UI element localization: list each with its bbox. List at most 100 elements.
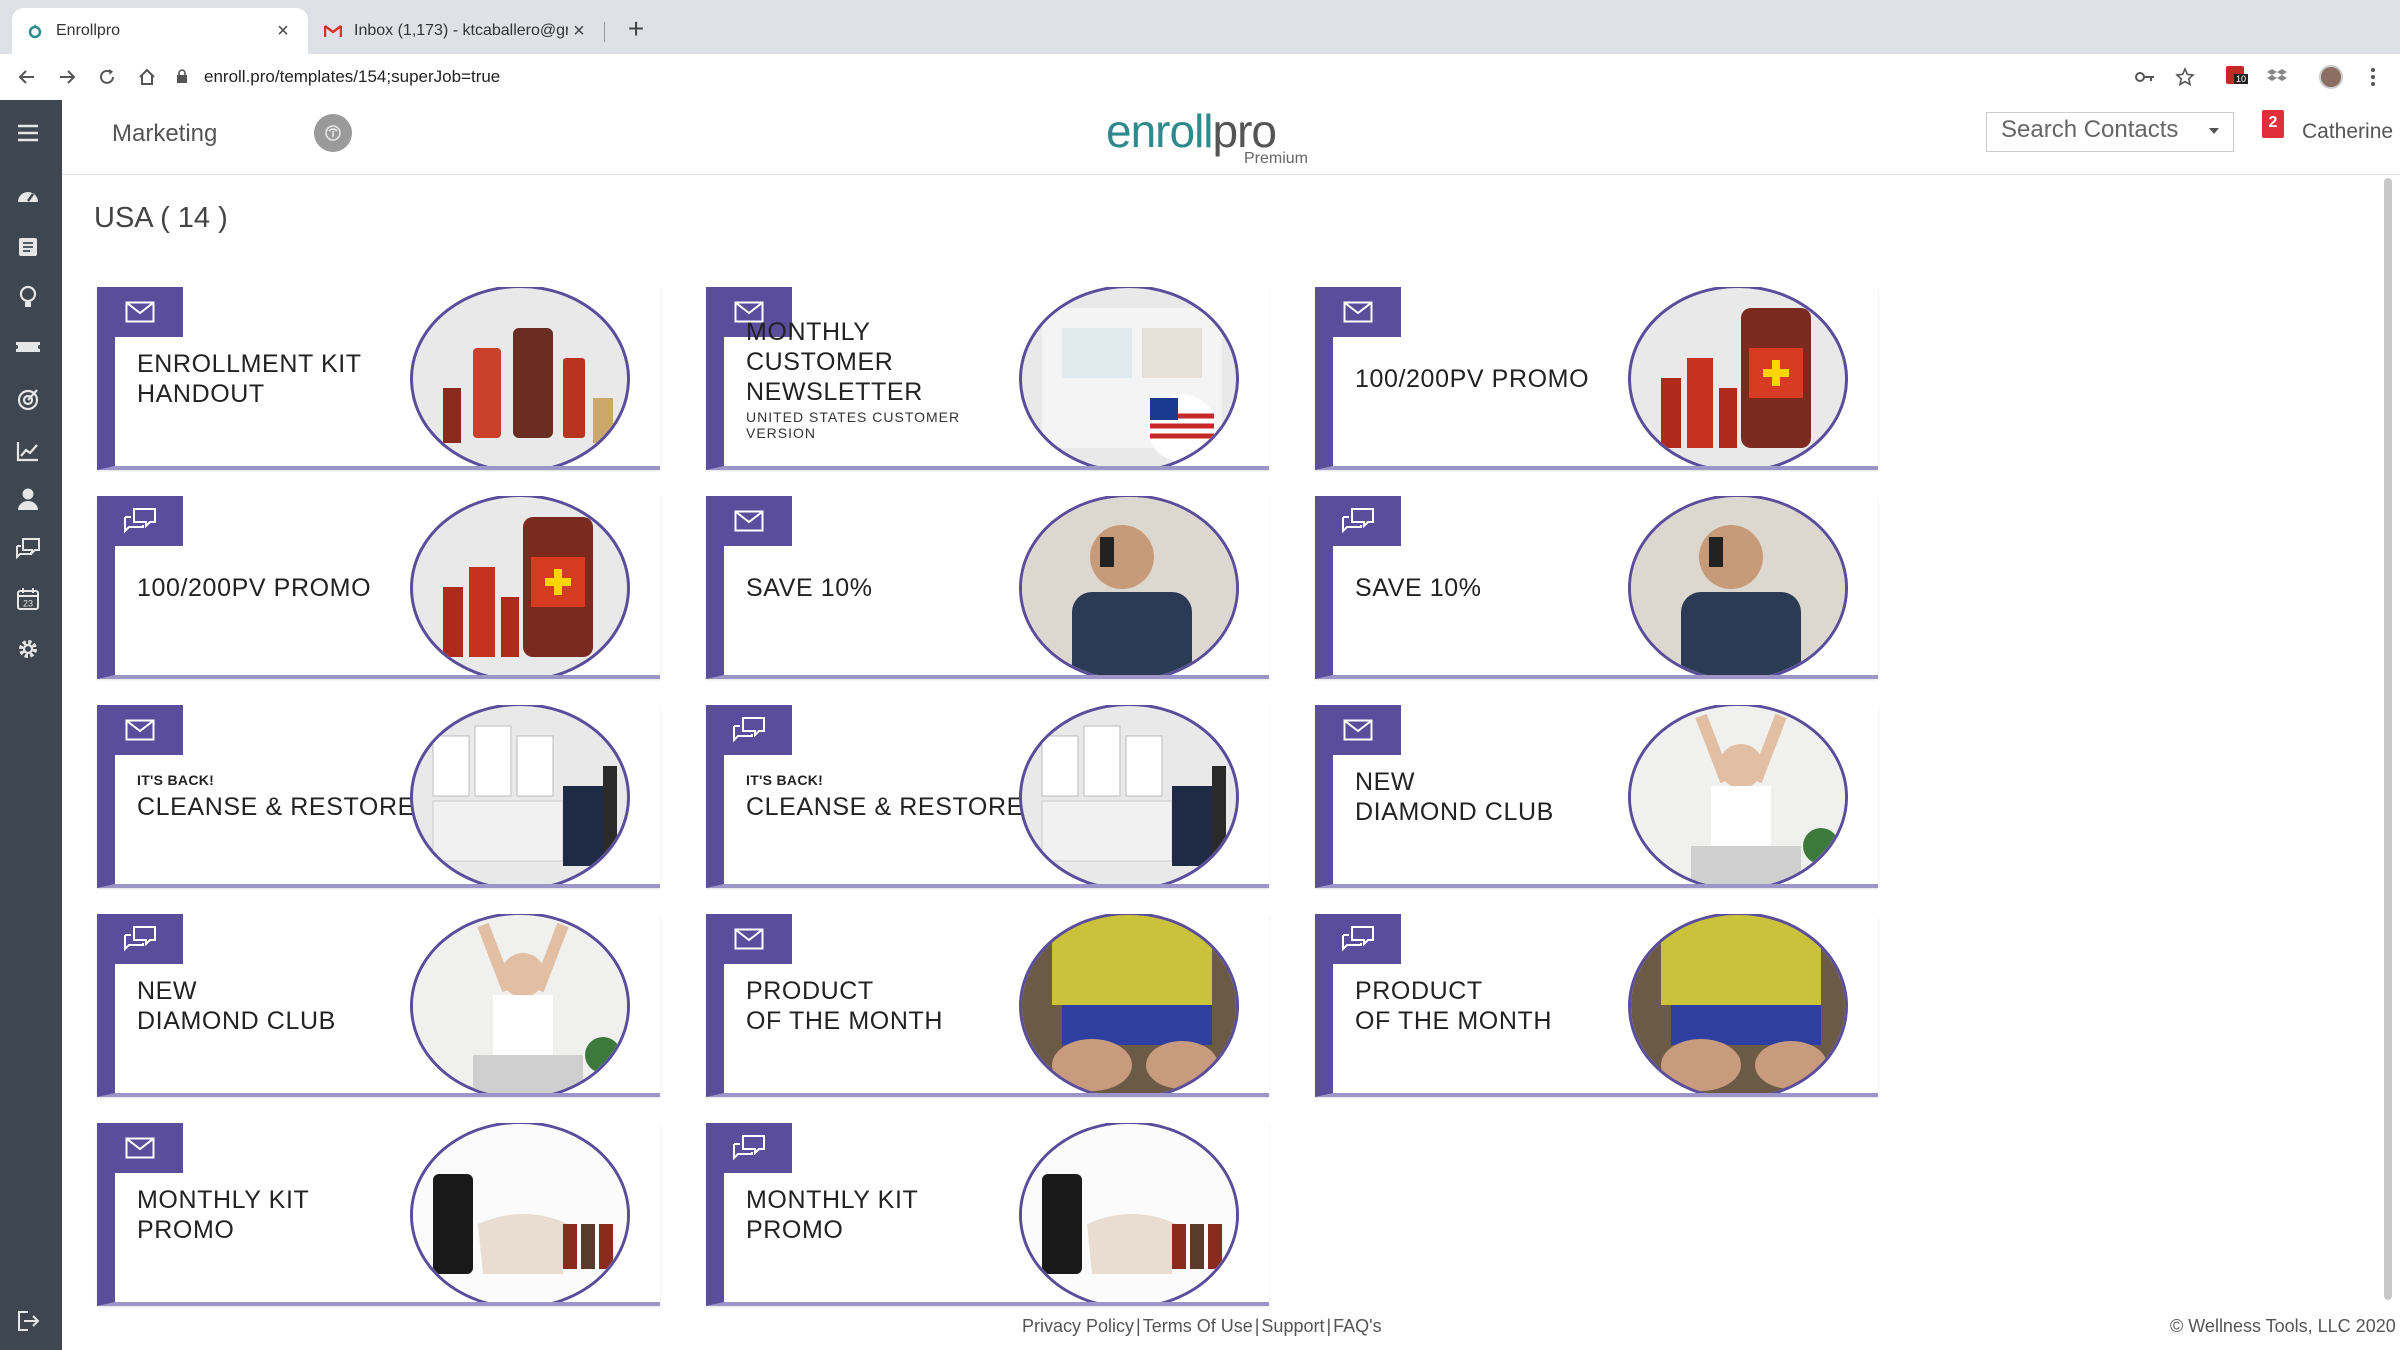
- template-title: MONTHLY KIT PROMO: [137, 1123, 417, 1302]
- template-title: NEW DIAMOND CLUB: [137, 914, 417, 1093]
- dashboard-icon[interactable]: [13, 180, 43, 210]
- notification-badge[interactable]: 2: [2262, 110, 2284, 138]
- forward-button[interactable]: [52, 62, 82, 92]
- address-bar[interactable]: enroll.pro/templates/154;superJob=true: [176, 64, 500, 90]
- template-title: SAVE 10%: [746, 496, 1026, 675]
- settings-icon[interactable]: [13, 634, 43, 664]
- template-card[interactable]: SAVE 10%: [706, 496, 1269, 679]
- template-card[interactable]: 100/200PV PROMO: [1315, 287, 1878, 470]
- home-button[interactable]: [132, 62, 162, 92]
- template-title: 100/200PV PROMO: [137, 496, 417, 675]
- template-title-line1: MONTHLY: [746, 317, 871, 346]
- template-card[interactable]: SAVE 10%: [1315, 496, 1878, 679]
- page-title: USA ( 14 ): [94, 202, 228, 234]
- template-title-line1: 100/200PV PROMO: [1355, 364, 1590, 393]
- template-title-line1: CLEANSE & RESTORE: [137, 792, 415, 821]
- template-title-line1: NEW: [1355, 767, 1416, 796]
- tab-title: Enrollpro: [56, 22, 121, 39]
- reports-icon[interactable]: [13, 436, 43, 466]
- template-title-line2: DIAMOND CLUB: [137, 1006, 336, 1035]
- enrollpro-favicon-icon: [26, 22, 44, 40]
- reload-button[interactable]: [92, 62, 122, 92]
- tab-divider: [604, 22, 605, 42]
- app-header: Marketing enrollpro Premium Search Conta…: [62, 100, 2400, 175]
- template-title: SAVE 10%: [1355, 496, 1635, 675]
- dropbox-icon[interactable]: [2264, 64, 2290, 90]
- template-title: PRODUCT OF THE MONTH: [1355, 914, 1635, 1093]
- template-subtitle: UNITED STATES CUSTOMER VERSION: [746, 408, 961, 441]
- gmail-icon: [324, 22, 342, 40]
- diffuser-kit-image: [1019, 1123, 1239, 1302]
- template-title-line2: OF THE MONTH: [1355, 1006, 1553, 1035]
- contacts-icon[interactable]: [13, 484, 43, 514]
- template-card[interactable]: IT'S BACK! CLEANSE & RESTORE: [97, 705, 660, 888]
- template-card[interactable]: MONTHLY CUSTOMER NEWSLETTER UNITED STATES …: [706, 287, 1269, 470]
- search-placeholder: Search Contacts: [2001, 116, 2179, 143]
- onguard-bottles-image: [1628, 287, 1848, 466]
- bookmark-star-icon[interactable]: [2172, 64, 2198, 90]
- template-card[interactable]: PRODUCT OF THE MONTH: [706, 914, 1269, 1097]
- close-tab-icon[interactable]: ×: [272, 20, 294, 43]
- template-title-line1: MONTHLY KIT: [746, 1185, 919, 1214]
- product-bottles-image: [410, 287, 630, 466]
- template-card[interactable]: PRODUCT OF THE MONTH: [1315, 914, 1878, 1097]
- template-title-line2: CUSTOMER NEWSLETTER: [746, 347, 923, 406]
- chevron-down-icon: [2209, 128, 2219, 134]
- ticket-icon[interactable]: [13, 332, 43, 362]
- template-card[interactable]: IT'S BACK! CLEANSE & RESTORE: [706, 705, 1269, 888]
- profile-avatar-icon[interactable]: [2318, 64, 2344, 90]
- privacy-policy-link[interactable]: Privacy Policy: [1022, 1316, 1134, 1336]
- messages-icon[interactable]: [13, 534, 43, 564]
- section-settings-icon[interactable]: [314, 114, 352, 152]
- logout-icon[interactable]: [13, 1306, 43, 1336]
- template-title-line2: PROMO: [746, 1215, 844, 1244]
- user-name[interactable]: Catherine: [2302, 120, 2393, 144]
- enrollpro-logo[interactable]: enrollpro Premium: [1094, 100, 1308, 174]
- template-card[interactable]: NEW DIAMOND CLUB: [1315, 705, 1878, 888]
- template-card[interactable]: 100/200PV PROMO: [97, 496, 660, 679]
- calendar-icon[interactable]: 23: [13, 584, 43, 614]
- url-text: enroll.pro/templates/154;superJob=true: [204, 67, 501, 86]
- template-title-line2: DIAMOND CLUB: [1355, 797, 1554, 826]
- celebrating-woman-image: [410, 914, 630, 1093]
- template-card[interactable]: NEW DIAMOND CLUB: [97, 914, 660, 1097]
- template-title-line1: MONTHLY KIT: [137, 1185, 310, 1214]
- tab-enrollpro[interactable]: Enrollpro ×: [12, 8, 308, 54]
- newsletter-flag-image: [1019, 287, 1239, 466]
- template-title: MONTHLY KIT PROMO: [746, 1123, 1026, 1302]
- template-title: ENROLLMENT KIT HANDOUT: [137, 287, 417, 466]
- template-kicker: IT'S BACK!: [746, 771, 824, 788]
- back-button[interactable]: [12, 62, 42, 92]
- template-title: NEW DIAMOND CLUB: [1355, 705, 1635, 884]
- template-title: PRODUCT OF THE MONTH: [746, 914, 1026, 1093]
- terms-of-use-link[interactable]: Terms Of Use: [1143, 1316, 1253, 1336]
- template-card[interactable]: MONTHLY KIT PROMO: [706, 1123, 1269, 1306]
- template-card[interactable]: MONTHLY KIT PROMO: [97, 1123, 660, 1306]
- close-tab-icon[interactable]: ×: [568, 20, 590, 43]
- onguard-bottles-image: [410, 496, 630, 675]
- page-scrollbar[interactable]: [2384, 178, 2392, 1300]
- menu-icon[interactable]: [13, 118, 43, 148]
- arrow-right-icon: [60, 70, 76, 84]
- extension-calendar-icon[interactable]: 10: [2224, 64, 2250, 90]
- faqs-link[interactable]: FAQ's: [1333, 1316, 1381, 1336]
- home-icon: [139, 68, 155, 85]
- tab-gmail[interactable]: Inbox (1,173) - ktcaballero@gm ×: [310, 8, 604, 54]
- goals-icon[interactable]: [13, 384, 43, 414]
- key-icon[interactable]: [2132, 64, 2158, 90]
- tab-title: Inbox (1,173) - ktcaballero@gm: [354, 22, 568, 39]
- support-link[interactable]: Support: [1261, 1316, 1324, 1336]
- celebrating-woman-image: [1628, 705, 1848, 884]
- template-card[interactable]: ENROLLMENT KIT HANDOUT: [97, 287, 660, 470]
- new-tab-button[interactable]: +: [620, 14, 652, 46]
- template-title-line2: OF THE MONTH: [746, 1006, 944, 1035]
- template-title-line1: PRODUCT: [1355, 976, 1483, 1005]
- search-contacts-dropdown[interactable]: Search Contacts: [1986, 112, 2234, 152]
- ideas-icon[interactable]: [13, 282, 43, 312]
- template-title-line1: SAVE 10%: [1355, 573, 1482, 602]
- browser-menu-icon[interactable]: [2360, 64, 2386, 90]
- template-title-line1: 100/200PV PROMO: [137, 573, 372, 602]
- app-sidebar: 23: [0, 100, 62, 1350]
- templates-icon[interactable]: [13, 232, 43, 262]
- diffuser-kit-image: [410, 1123, 630, 1302]
